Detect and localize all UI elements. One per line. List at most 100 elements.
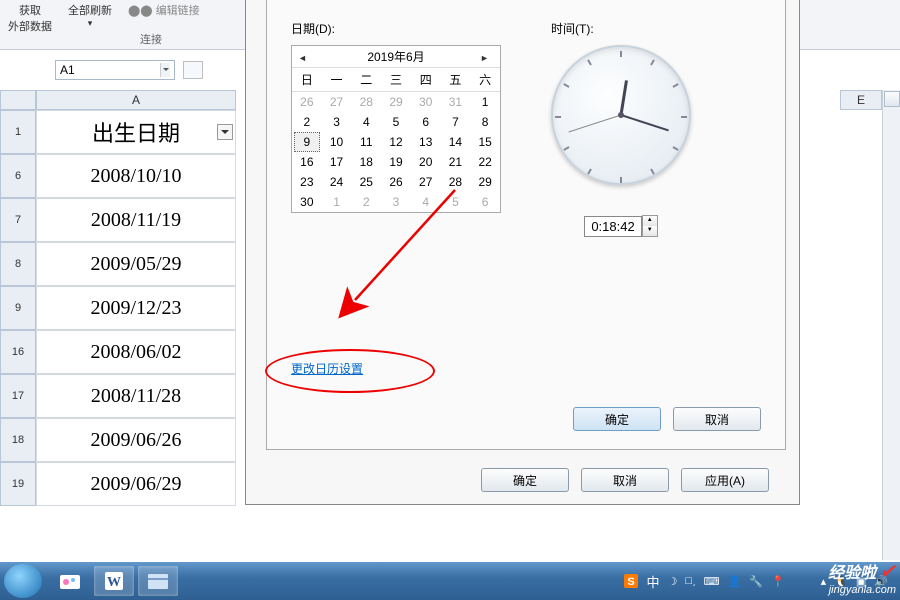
row-header[interactable]: 18 xyxy=(0,418,36,462)
refresh-all[interactable]: 全部刷新 ▾ xyxy=(60,0,120,49)
cal-day[interactable]: 11 xyxy=(351,132,381,152)
cal-day[interactable]: 2 xyxy=(292,112,322,132)
row-header[interactable]: 1 xyxy=(0,110,36,154)
cal-day[interactable]: 12 xyxy=(381,132,411,152)
cal-day[interactable]: 30 xyxy=(292,192,322,212)
cal-day[interactable]: 21 xyxy=(441,152,471,172)
cal-day[interactable]: 1 xyxy=(470,92,500,112)
tray-expand-icon[interactable]: ▴ xyxy=(821,575,827,588)
cal-day[interactable]: 22 xyxy=(470,152,500,172)
taskbar: W S 中 ☽ □ˏ ⌨ 👤 🔧 📍 ▴ 🐧 ▣ 🔊 经验啦 ✔ jingyan… xyxy=(0,562,900,600)
scroll-up-button[interactable] xyxy=(884,91,900,107)
row-header[interactable]: 6 xyxy=(0,154,36,198)
cal-day[interactable]: 30 xyxy=(411,92,441,112)
cal-day[interactable]: 27 xyxy=(322,92,352,112)
time-input[interactable]: 0:18:42 xyxy=(584,216,641,237)
cal-day[interactable]: 28 xyxy=(441,172,471,192)
edit-links[interactable]: ⬤⬤ 编辑链接 xyxy=(120,0,208,49)
task-datetime[interactable] xyxy=(138,566,178,596)
cancel-button[interactable]: 取消 xyxy=(673,407,761,431)
cal-day[interactable]: 20 xyxy=(411,152,441,172)
row-header[interactable]: 17 xyxy=(0,374,36,418)
tray-user-icon[interactable]: 👤 xyxy=(728,575,742,588)
spin-down-icon[interactable]: ▼ xyxy=(643,226,657,236)
cell[interactable]: 2008/06/02 xyxy=(36,330,236,374)
sogou-icon[interactable]: S xyxy=(624,574,638,588)
ok-button[interactable]: 确定 xyxy=(573,407,661,431)
cal-day[interactable]: 26 xyxy=(292,92,322,112)
vertical-scrollbar[interactable] xyxy=(882,90,900,560)
cal-day[interactable]: 3 xyxy=(322,112,352,132)
cal-day[interactable]: 19 xyxy=(381,152,411,172)
tray-keyboard-icon[interactable]: ⌨ xyxy=(704,575,720,588)
cal-day[interactable]: 15 xyxy=(470,132,500,152)
tray-pin-icon[interactable]: 📍 xyxy=(771,575,785,588)
cal-day[interactable]: 4 xyxy=(351,112,381,132)
tray-wrench-icon[interactable]: 🔧 xyxy=(749,575,763,588)
start-button[interactable] xyxy=(4,564,42,598)
name-box-dropdown-icon[interactable] xyxy=(160,63,170,77)
row-header[interactable]: 16 xyxy=(0,330,36,374)
cal-day[interactable]: 28 xyxy=(351,92,381,112)
cal-day[interactable]: 8 xyxy=(470,112,500,132)
cell[interactable]: 2009/06/29 xyxy=(36,462,236,506)
filter-dropdown-icon[interactable] xyxy=(217,124,233,140)
cal-day[interactable]: 6 xyxy=(470,192,500,212)
cal-day[interactable]: 24 xyxy=(322,172,352,192)
cal-day[interactable]: 31 xyxy=(441,92,471,112)
cell[interactable]: 2009/06/26 xyxy=(36,418,236,462)
cal-day[interactable]: 17 xyxy=(322,152,352,172)
cal-prev-icon[interactable] xyxy=(298,50,312,64)
cal-day[interactable]: 4 xyxy=(411,192,441,212)
cal-day[interactable]: 23 xyxy=(292,172,322,192)
cal-title[interactable]: 2019年6月 xyxy=(367,48,424,65)
ime-indicator[interactable]: 中 xyxy=(646,572,659,591)
cal-day[interactable]: 26 xyxy=(381,172,411,192)
cal-next-icon[interactable] xyxy=(480,50,494,64)
outer-ok-button[interactable]: 确定 xyxy=(481,468,569,492)
cal-day[interactable]: 10 xyxy=(322,132,352,152)
row-header[interactable]: 7 xyxy=(0,198,36,242)
tray-mic-icon[interactable]: □ˏ xyxy=(685,575,695,587)
cal-day[interactable]: 5 xyxy=(441,192,471,212)
change-calendar-settings-link[interactable]: 更改日历设置 xyxy=(291,360,363,377)
spin-up-icon[interactable]: ▲ xyxy=(643,216,657,226)
select-all-cell[interactable] xyxy=(0,90,36,110)
cell[interactable]: 出生日期 xyxy=(36,110,236,154)
cal-day[interactable]: 5 xyxy=(381,112,411,132)
cal-day[interactable]: 6 xyxy=(411,112,441,132)
task-paint[interactable] xyxy=(50,566,90,596)
cell[interactable]: 2009/12/23 xyxy=(36,286,236,330)
cal-day[interactable]: 1 xyxy=(322,192,352,212)
name-box[interactable]: A1 xyxy=(55,60,175,80)
row-header[interactable]: 8 xyxy=(0,242,36,286)
cell[interactable]: 2008/11/28 xyxy=(36,374,236,418)
apply-button[interactable]: 应用(A) xyxy=(681,468,769,492)
cell[interactable]: 2008/10/10 xyxy=(36,154,236,198)
cal-day[interactable]: 16 xyxy=(292,152,322,172)
tray-moon-icon[interactable]: ☽ xyxy=(667,575,677,588)
cal-day[interactable]: 29 xyxy=(381,92,411,112)
cal-day[interactable]: 2 xyxy=(351,192,381,212)
get-external-data[interactable]: 获取 外部数据 xyxy=(0,0,60,49)
col-header-a[interactable]: A xyxy=(36,90,236,110)
outer-cancel-button[interactable]: 取消 xyxy=(581,468,669,492)
cal-day[interactable]: 27 xyxy=(411,172,441,192)
cal-day[interactable]: 29 xyxy=(470,172,500,192)
cell[interactable]: 2008/11/19 xyxy=(36,198,236,242)
ribbon-group-connections: 连接 xyxy=(140,31,162,47)
cal-day[interactable]: 25 xyxy=(351,172,381,192)
time-spinner[interactable]: ▲ ▼ xyxy=(642,215,658,237)
cal-day[interactable]: 14 xyxy=(441,132,471,152)
task-word[interactable]: W xyxy=(94,566,134,596)
cal-day[interactable]: 18 xyxy=(351,152,381,172)
row-header[interactable]: 9 xyxy=(0,286,36,330)
cal-day[interactable]: 13 xyxy=(411,132,441,152)
cal-day[interactable]: 3 xyxy=(381,192,411,212)
col-header-e[interactable]: E xyxy=(840,90,882,110)
cal-day[interactable]: 7 xyxy=(441,112,471,132)
row-header[interactable]: 19 xyxy=(0,462,36,506)
fx-button[interactable] xyxy=(183,61,203,79)
cal-day[interactable]: 9 xyxy=(294,132,320,152)
cell[interactable]: 2009/05/29 xyxy=(36,242,236,286)
